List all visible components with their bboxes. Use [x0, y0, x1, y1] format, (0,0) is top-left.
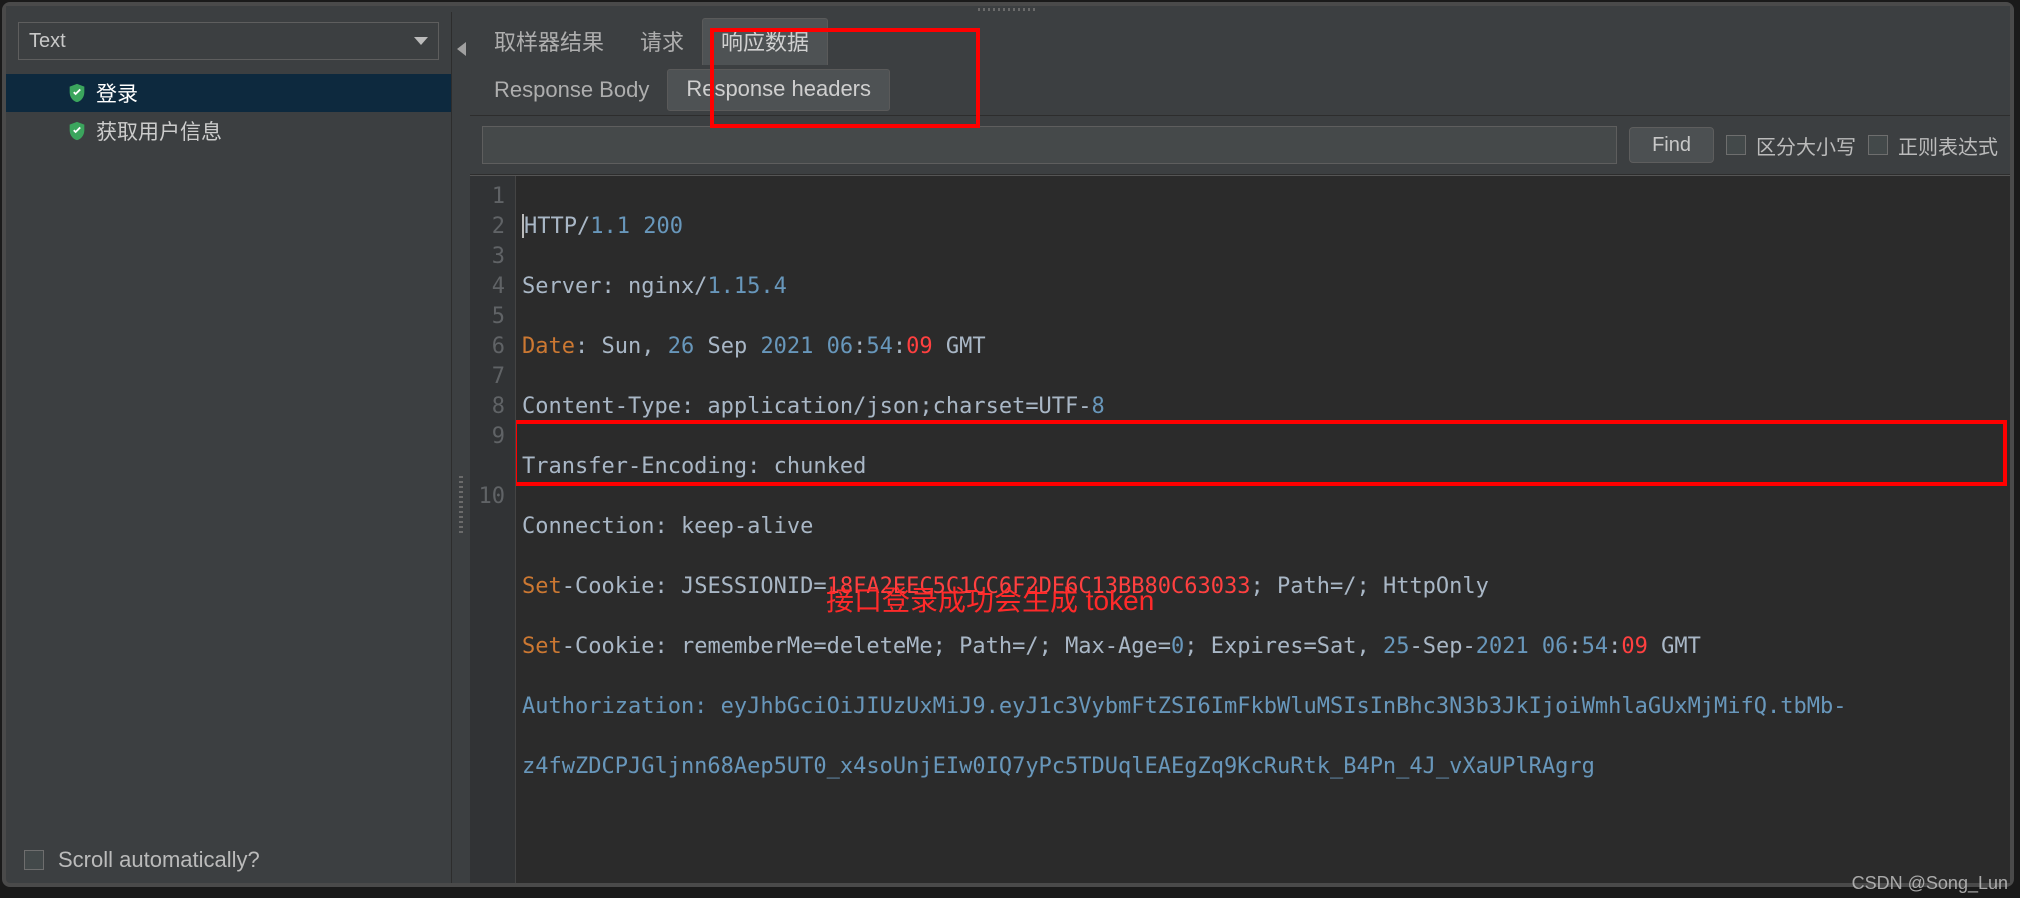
regex-checkbox[interactable]	[1868, 135, 1888, 155]
tab-response-body[interactable]: Response Body	[476, 71, 667, 111]
tree-item-label: 登录	[96, 78, 138, 108]
tab-response-headers[interactable]: Response headers	[667, 69, 890, 111]
left-panel: Text 登录 获取用户信息	[6, 12, 452, 883]
renderer-dropdown-value: Text	[29, 30, 414, 53]
code-text: 1.15.4	[707, 274, 786, 299]
vertical-splitter[interactable]	[452, 12, 470, 883]
tab-response-data[interactable]: 响应数据	[702, 18, 828, 65]
scroll-auto-checkbox[interactable]	[24, 850, 44, 870]
tab-sampler-result[interactable]: 取样器结果	[476, 19, 622, 65]
shield-check-icon	[66, 81, 88, 105]
code-text: Server: nginx/	[522, 274, 707, 299]
tabs-top: 取样器结果 请求 响应数据	[470, 12, 2010, 65]
renderer-dropdown[interactable]: Text	[18, 22, 439, 60]
collapse-left-icon[interactable]	[457, 42, 466, 56]
regex-label: 正则表达式	[1898, 131, 1998, 160]
response-headers-editor[interactable]: 1 2 3 4 5 6 7 8 9 10 HTTP/1.1 200 Server…	[470, 175, 2010, 883]
scroll-auto-label: Scroll automatically?	[58, 847, 260, 873]
code-text: HTTP/	[524, 214, 590, 239]
tree-item-login[interactable]: 登录	[6, 74, 451, 112]
find-button[interactable]: Find	[1629, 127, 1714, 163]
search-input[interactable]	[482, 126, 1617, 164]
tabs-sub: Response Body Response headers	[470, 65, 2010, 116]
results-tree[interactable]: 登录 获取用户信息	[6, 68, 451, 839]
tree-item-userinfo[interactable]: 获取用户信息	[6, 112, 451, 150]
case-sensitive-label: 区分大小写	[1756, 131, 1856, 160]
search-row: Find 区分大小写 正则表达式	[470, 116, 2010, 175]
watermark: CSDN @Song_Lun	[1852, 873, 2008, 894]
case-sensitive-checkbox[interactable]	[1726, 135, 1746, 155]
tab-request[interactable]: 请求	[622, 19, 702, 65]
code-content[interactable]: HTTP/1.1 200 Server: nginx/1.15.4 Date: …	[516, 176, 2010, 883]
splitter-grip	[459, 476, 463, 536]
shield-check-icon	[66, 119, 88, 143]
annotation-text: 接口登录成功会生成 token	[826, 586, 1154, 616]
line-gutter: 1 2 3 4 5 6 7 8 9 10	[470, 176, 516, 883]
right-panel: 取样器结果 请求 响应数据 Response Body Response hea…	[470, 12, 2010, 883]
code-text: 1.1 200	[590, 214, 683, 239]
chevron-down-icon	[414, 37, 428, 45]
tree-item-label: 获取用户信息	[96, 116, 222, 146]
